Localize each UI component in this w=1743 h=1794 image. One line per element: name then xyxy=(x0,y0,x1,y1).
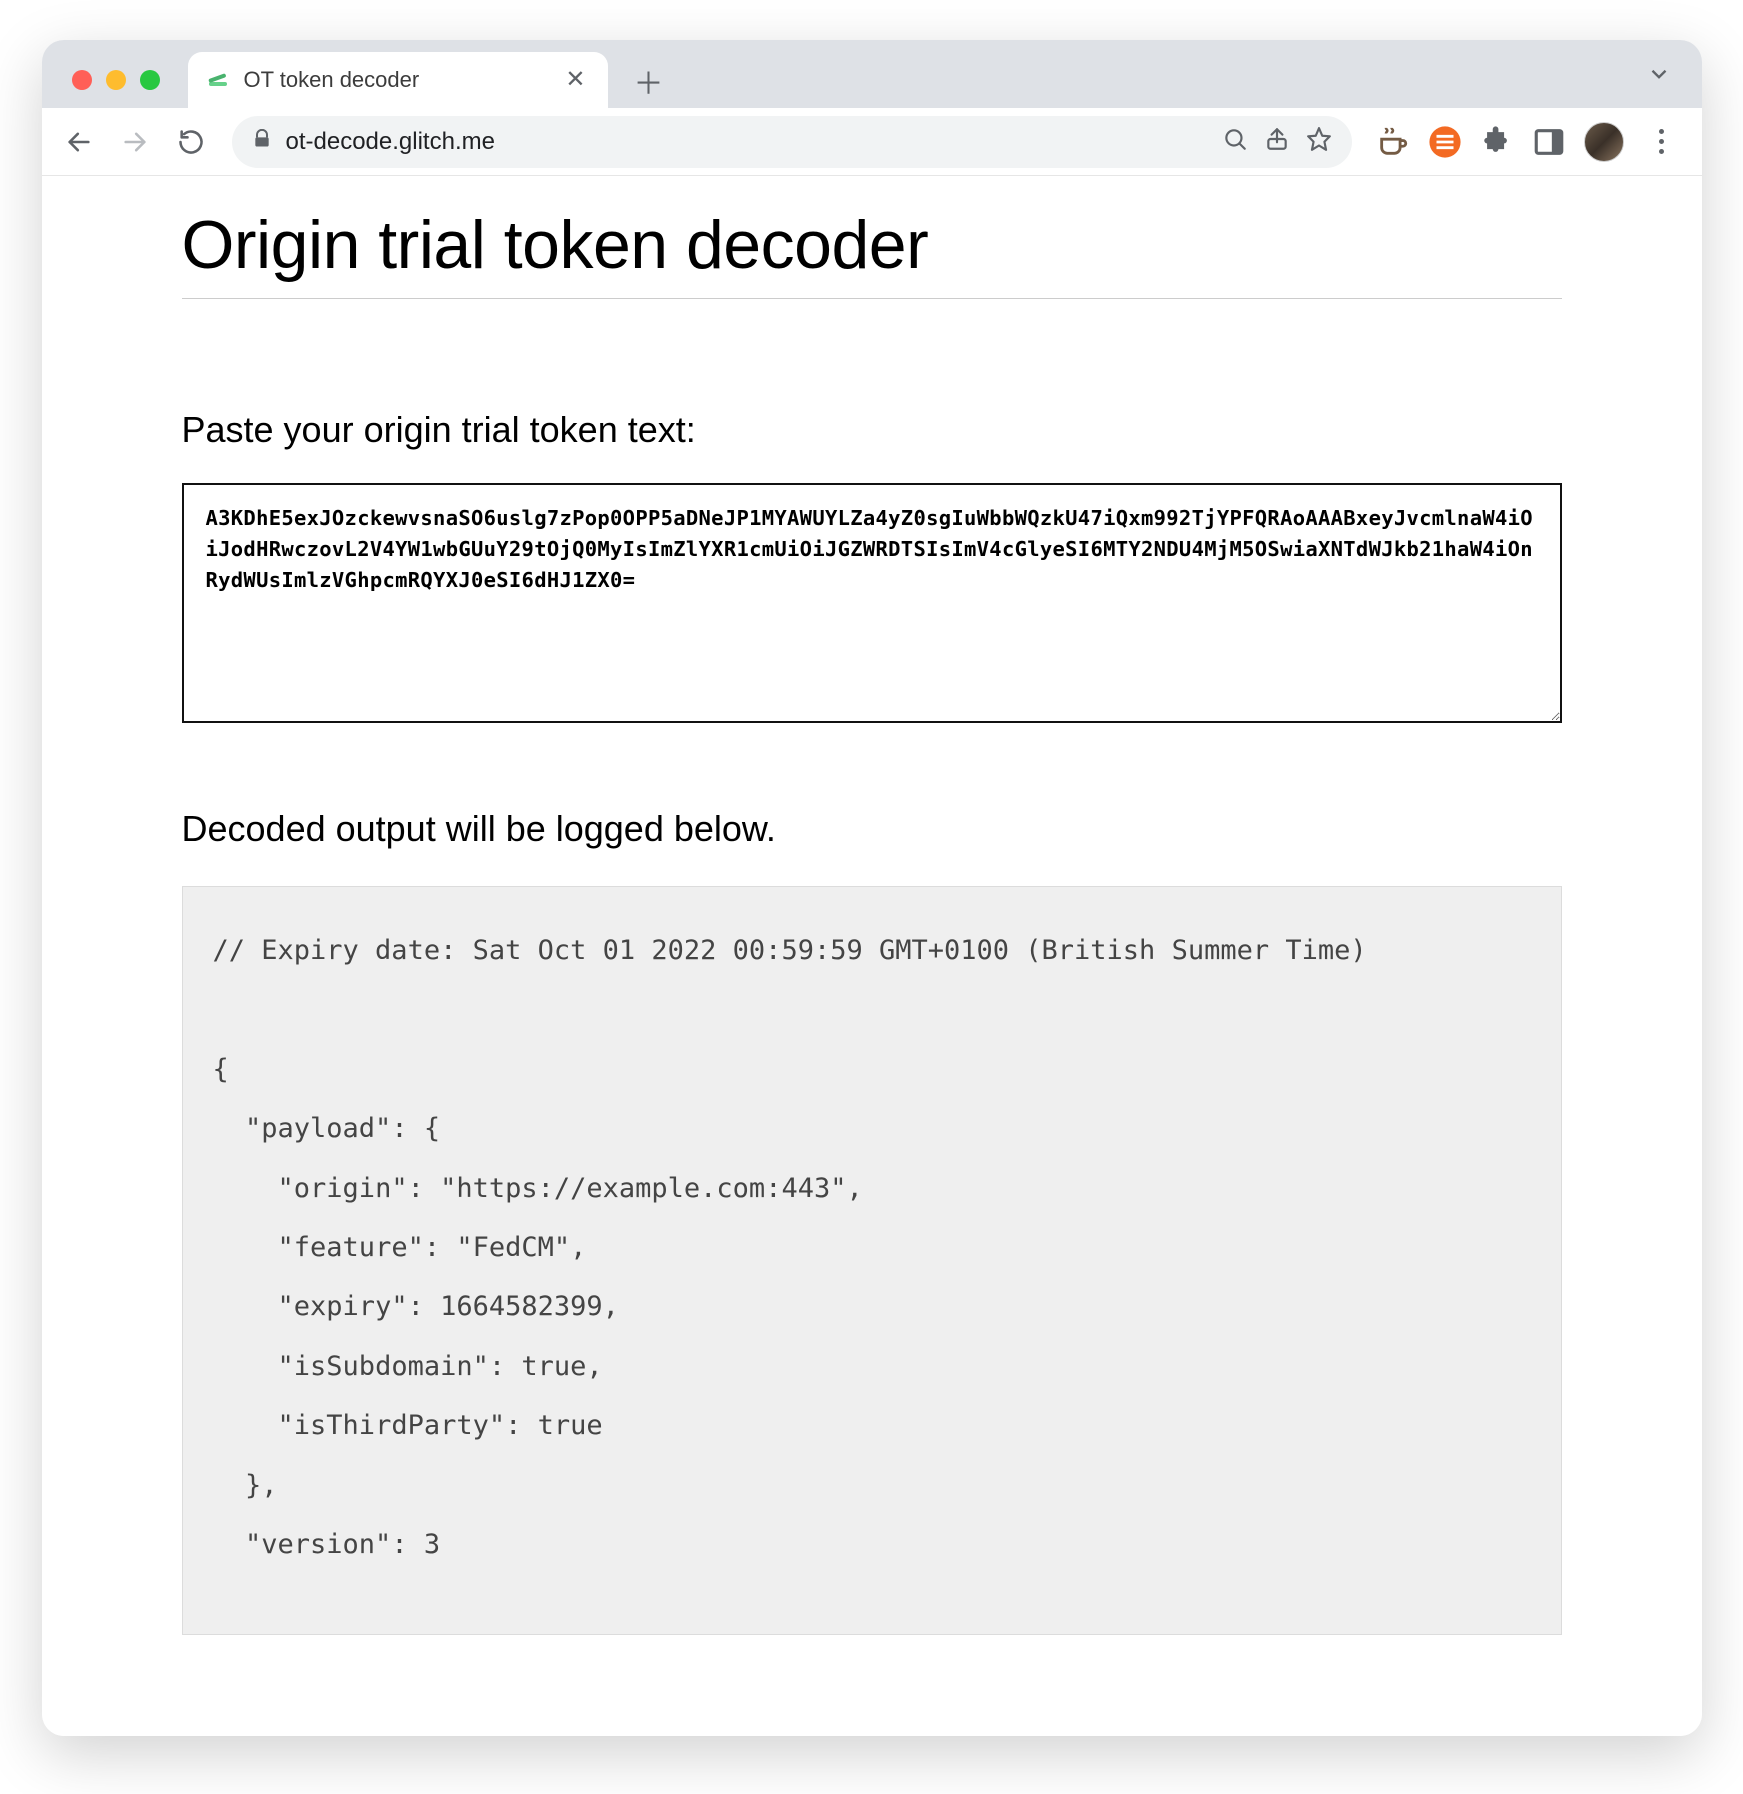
nav-forward-button[interactable] xyxy=(110,117,160,167)
window-close-button[interactable] xyxy=(72,70,92,90)
title-divider xyxy=(182,298,1562,299)
extensions-puzzle-icon[interactable] xyxy=(1480,125,1514,159)
browser-tab[interactable]: OT token decoder ✕ xyxy=(188,52,608,108)
search-icon[interactable] xyxy=(1222,126,1248,157)
tab-title: OT token decoder xyxy=(244,67,548,93)
window-zoom-button[interactable] xyxy=(140,70,160,90)
window-controls xyxy=(72,70,160,90)
extension-coffee-icon[interactable] xyxy=(1376,125,1410,159)
page-title: Origin trial token decoder xyxy=(182,206,1562,284)
tab-favicon-icon xyxy=(206,68,230,92)
share-icon[interactable] xyxy=(1264,126,1290,157)
lock-icon xyxy=(252,129,272,154)
extension-icons xyxy=(1376,122,1682,162)
input-section-heading: Paste your origin trial token text: xyxy=(182,409,1562,451)
page-content: Origin trial token decoder Paste your or… xyxy=(42,176,1702,1736)
output-section-heading: Decoded output will be logged below. xyxy=(182,808,1562,850)
tabs-dropdown-icon[interactable] xyxy=(1646,61,1672,92)
window-minimize-button[interactable] xyxy=(106,70,126,90)
omnibox-actions xyxy=(1222,126,1332,157)
nav-back-button[interactable] xyxy=(54,117,104,167)
url-text: ot-decode.glitch.me xyxy=(286,128,495,156)
new-tab-button[interactable]: ＋ xyxy=(626,58,672,104)
side-panel-icon[interactable] xyxy=(1532,125,1566,159)
tab-close-icon[interactable]: ✕ xyxy=(561,64,589,96)
chrome-menu-icon[interactable] xyxy=(1642,129,1682,154)
nav-reload-button[interactable] xyxy=(166,117,216,167)
browser-window: OT token decoder ✕ ＋ xyxy=(42,40,1702,1736)
chrome-tabstrip: OT token decoder ✕ ＋ xyxy=(42,40,1702,176)
chrome-toolbar: ot-decode.glitch.me xyxy=(42,108,1702,176)
address-bar[interactable]: ot-decode.glitch.me xyxy=(232,116,1352,168)
token-textarea[interactable] xyxy=(182,483,1562,723)
extension-orange-icon[interactable] xyxy=(1428,125,1462,159)
tab-row: OT token decoder ✕ ＋ xyxy=(42,48,1702,108)
profile-avatar[interactable] xyxy=(1584,122,1624,162)
decoded-output: // Expiry date: Sat Oct 01 2022 00:59:59… xyxy=(182,886,1562,1635)
bookmark-star-icon[interactable] xyxy=(1306,126,1332,157)
